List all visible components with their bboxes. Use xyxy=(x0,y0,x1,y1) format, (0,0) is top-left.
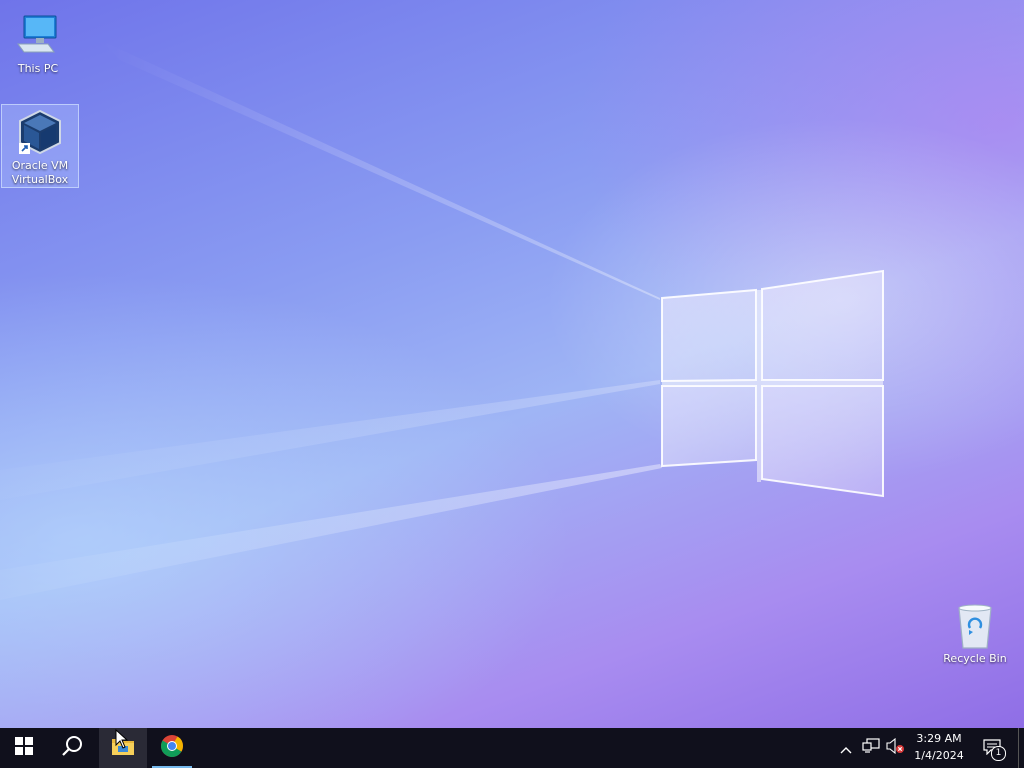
clock-time: 3:29 AM xyxy=(916,732,962,745)
action-center-button[interactable]: 1 xyxy=(980,728,1008,768)
desktop-icon-label: Recycle Bin xyxy=(943,652,1007,665)
chrome-icon xyxy=(160,734,184,762)
search-button[interactable] xyxy=(48,728,96,768)
mouse-cursor-icon xyxy=(115,729,129,749)
taskbar-chrome[interactable] xyxy=(148,728,196,768)
desktop: This PC Oracle VM VirtualBox Recycle Bin xyxy=(0,0,1024,728)
desktop-icon-recycle-bin[interactable]: Recycle Bin xyxy=(937,598,1013,666)
taskbar-clock[interactable]: 3:29 AM 1/4/2024 xyxy=(908,730,970,766)
volume-button[interactable] xyxy=(884,728,906,768)
search-icon xyxy=(61,735,83,761)
volume-muted-icon xyxy=(885,737,905,758)
notification-count-badge: 1 xyxy=(991,746,1006,761)
wallpaper-light-beams xyxy=(0,40,662,600)
wallpaper-windows-logo xyxy=(661,269,884,498)
taskbar: 3:29 AM 1/4/2024 1 xyxy=(0,728,1024,768)
tray-overflow-button[interactable] xyxy=(836,728,856,768)
this-pc-icon xyxy=(14,12,62,60)
action-center-icon: 1 xyxy=(983,738,1006,761)
chevron-up-icon xyxy=(840,739,852,758)
clock-date: 1/4/2024 xyxy=(914,749,964,762)
desktop-icon-label: This PC xyxy=(17,62,59,75)
desktop-icon-virtualbox[interactable]: Oracle VM VirtualBox xyxy=(1,104,79,188)
start-button[interactable] xyxy=(0,728,48,768)
recycle-bin-icon xyxy=(951,602,999,650)
desktop-icon-this-pc[interactable]: This PC xyxy=(0,8,76,76)
network-icon xyxy=(862,738,880,758)
network-button[interactable] xyxy=(860,728,882,768)
windows-start-icon xyxy=(15,737,33,759)
virtualbox-icon xyxy=(16,109,64,157)
desktop-icon-label: Oracle VM VirtualBox xyxy=(11,159,69,186)
show-desktop-button[interactable] xyxy=(1018,728,1024,768)
